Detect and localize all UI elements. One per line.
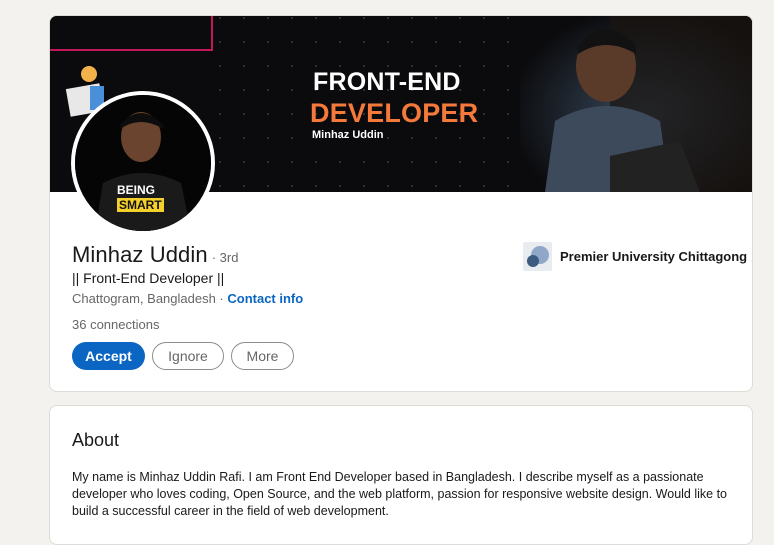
accept-button[interactable]: Accept xyxy=(72,342,145,370)
connection-degree: · 3rd xyxy=(211,250,239,265)
about-title: About xyxy=(72,430,120,450)
profile-headline: || Front-End Developer || xyxy=(72,270,225,286)
profile-actions: Accept Ignore More xyxy=(72,342,294,370)
education-link[interactable]: Premier University Chittagong xyxy=(523,242,747,271)
connections-count: 36 connections xyxy=(72,317,160,332)
banner-headline-1: FRONT-END xyxy=(313,68,461,96)
shirt-text-1: BEING xyxy=(117,183,156,197)
banner-byline: Minhaz Uddin xyxy=(312,129,384,141)
about-text: My name is Minhaz Uddin Rafi. I am Front… xyxy=(72,470,728,518)
profile-location: Chattogram, Bangladesh xyxy=(72,291,216,306)
contact-info-link[interactable]: Contact info xyxy=(227,291,303,306)
location-row: Chattogram, Bangladesh · Contact info xyxy=(72,291,303,306)
banner-headline-2: DEVELOPER xyxy=(310,98,479,128)
location-separator: · xyxy=(215,291,228,306)
education-name: Premier University Chittagong xyxy=(560,249,748,264)
more-button[interactable]: More xyxy=(231,342,294,370)
profile-name: Minhaz Uddin xyxy=(72,242,208,267)
about-card: About My name is Minhaz Uddin Rafi. I am… xyxy=(49,405,753,545)
ignore-button[interactable]: Ignore xyxy=(152,342,224,370)
avatar[interactable]: BEING SMART xyxy=(71,91,215,235)
name-row: Minhaz Uddin · 3rd xyxy=(72,242,238,268)
shirt-text-2: SMART xyxy=(117,198,164,212)
profile-card: FRONT-END DEVELOPER Minhaz Uddin BEING S… xyxy=(49,15,753,392)
university-logo-icon xyxy=(523,242,552,271)
